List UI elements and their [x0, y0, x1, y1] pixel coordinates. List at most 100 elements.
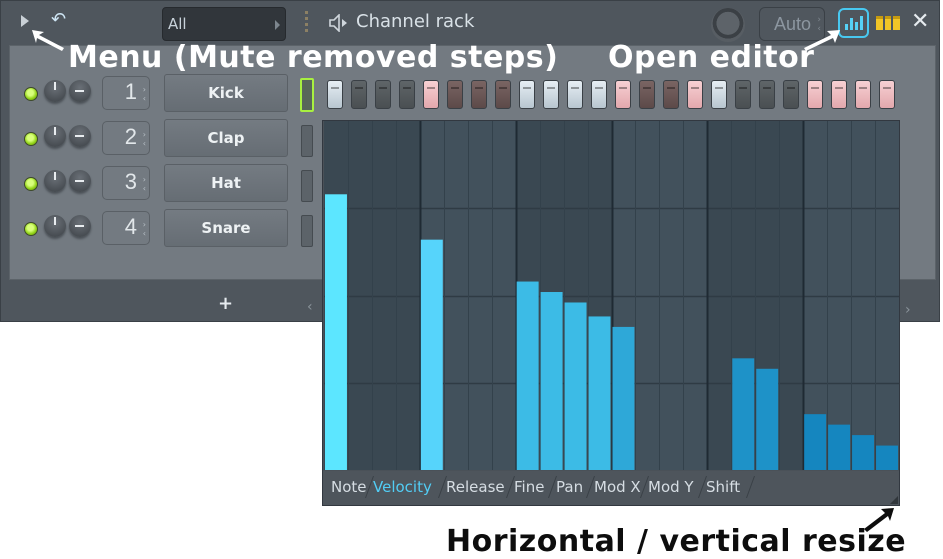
step-button[interactable] [398, 80, 415, 109]
channel-select-indicator[interactable] [301, 170, 313, 202]
bar-graph-icon [860, 16, 863, 30]
step-button[interactable] [638, 80, 655, 109]
mute-led[interactable] [24, 87, 38, 101]
mixer-track-number: 4 [124, 214, 137, 239]
volume-knob[interactable] [44, 125, 66, 147]
step-button[interactable] [494, 80, 511, 109]
scroll-left-icon[interactable]: ‹ [307, 299, 313, 315]
channel-row: 3 › ‹ Hat [10, 164, 330, 204]
tab-velocity[interactable]: Velocity [373, 474, 432, 500]
step-button[interactable] [710, 80, 727, 109]
annotation-arrow-icon [864, 508, 894, 532]
piano-keys-icon [876, 16, 883, 30]
step-button[interactable] [590, 80, 607, 109]
tab-mod-y[interactable]: Mod Y [648, 474, 694, 500]
piano-keys-icon [893, 16, 901, 30]
add-channel-button[interactable]: + [218, 293, 233, 314]
velocity-bar [564, 302, 587, 470]
step-button[interactable] [686, 80, 703, 109]
velocity-bar [325, 194, 347, 470]
swing-knob[interactable] [711, 8, 745, 42]
tab-shift[interactable]: Shift [706, 474, 740, 500]
resize-handle[interactable] [890, 496, 898, 504]
step-button[interactable] [470, 80, 487, 109]
step-button[interactable] [350, 80, 367, 109]
step-button[interactable] [566, 80, 583, 109]
mixer-track-number: 3 [124, 169, 137, 194]
piano-roll-button[interactable] [876, 16, 901, 30]
step-button[interactable] [422, 80, 439, 109]
channel-row: 2 › ‹ Clap [10, 119, 330, 159]
velocity-bar [852, 435, 875, 470]
step-button[interactable] [327, 80, 343, 109]
step-button[interactable] [542, 80, 559, 109]
mute-led[interactable] [24, 222, 38, 236]
velocity-bar [612, 326, 635, 470]
mixer-track-stepper[interactable]: 3 › ‹ [102, 166, 150, 200]
channel-name-button[interactable]: Hat [164, 164, 288, 202]
tab-pan[interactable]: Pan [556, 474, 583, 500]
step-button[interactable] [662, 80, 679, 109]
close-icon[interactable]: ✕ [911, 11, 929, 33]
tab-separator [745, 476, 756, 498]
bar-graph-icon [855, 22, 858, 30]
bar-graph-icon [845, 24, 848, 30]
velocity-graph[interactable] [324, 121, 899, 470]
annotation-resize: Horizontal / vertical resize [446, 524, 907, 559]
annotation-open-editor: Open editor [608, 40, 815, 75]
volume-knob[interactable] [44, 170, 66, 192]
step-button[interactable] [830, 80, 847, 109]
step-button[interactable] [614, 80, 631, 109]
pan-knob[interactable] [69, 80, 91, 102]
velocity-bar [588, 316, 611, 470]
channel-row: 1 › ‹ Kick [10, 74, 330, 114]
mixer-track-stepper[interactable]: 2 › ‹ [102, 121, 150, 155]
annotation-menu: Menu (Mute removed steps) [68, 40, 559, 75]
mute-led[interactable] [24, 177, 38, 191]
channel-select-indicator[interactable] [301, 215, 313, 247]
step-button[interactable] [782, 80, 799, 109]
tab-note[interactable]: Note [331, 474, 367, 500]
step-button[interactable] [374, 80, 391, 109]
channel-select-indicator[interactable] [300, 78, 314, 112]
channel-select-indicator[interactable] [301, 125, 313, 157]
pan-knob[interactable] [69, 125, 91, 147]
channel-name-button[interactable]: Clap [164, 119, 288, 157]
channel-filter-dropdown[interactable]: All [162, 7, 286, 41]
mixer-track-number: 1 [124, 79, 137, 104]
step-button[interactable] [806, 80, 823, 109]
step-button[interactable] [518, 80, 535, 109]
step-button[interactable] [854, 80, 871, 109]
tab-mod-x[interactable]: Mod X [594, 474, 641, 500]
channel-name-button[interactable]: Kick [164, 74, 288, 112]
graph-editor: Note Velocity Release Fine Pan Mod X Mod Y Shif… [322, 120, 900, 506]
speaker-icon [329, 14, 347, 32]
mute-led[interactable] [24, 132, 38, 146]
velocity-bar [876, 445, 898, 470]
pan-knob[interactable] [69, 215, 91, 237]
volume-knob[interactable] [44, 215, 66, 237]
velocity-bar [732, 358, 755, 470]
step-button[interactable] [446, 80, 463, 109]
tab-release[interactable]: Release [446, 474, 505, 500]
scroll-right-icon[interactable]: › [905, 302, 911, 318]
velocity-bar [420, 239, 443, 470]
step-button[interactable] [758, 80, 775, 109]
stepper-arrows-icon: › ‹ [142, 85, 146, 103]
mixer-track-stepper[interactable]: 4 › ‹ [102, 211, 150, 245]
step-button[interactable] [734, 80, 751, 109]
pan-knob[interactable] [69, 170, 91, 192]
bar-graph-icon [850, 18, 853, 30]
step-button[interactable] [878, 80, 895, 109]
velocity-bar [540, 292, 563, 470]
step-sequencer [327, 80, 907, 112]
drag-grip-icon[interactable] [305, 11, 308, 33]
velocity-bar [828, 424, 851, 470]
velocity-bar [756, 368, 779, 470]
volume-knob[interactable] [44, 80, 66, 102]
mixer-track-stepper[interactable]: 1 › ‹ [102, 76, 150, 110]
window-title: Channel rack [356, 11, 475, 32]
parameter-tabs: Note Velocity Release Fine Pan Mod X Mod Y Shif… [323, 471, 899, 505]
channel-name-button[interactable]: Snare [164, 209, 288, 247]
tab-fine[interactable]: Fine [514, 474, 544, 500]
